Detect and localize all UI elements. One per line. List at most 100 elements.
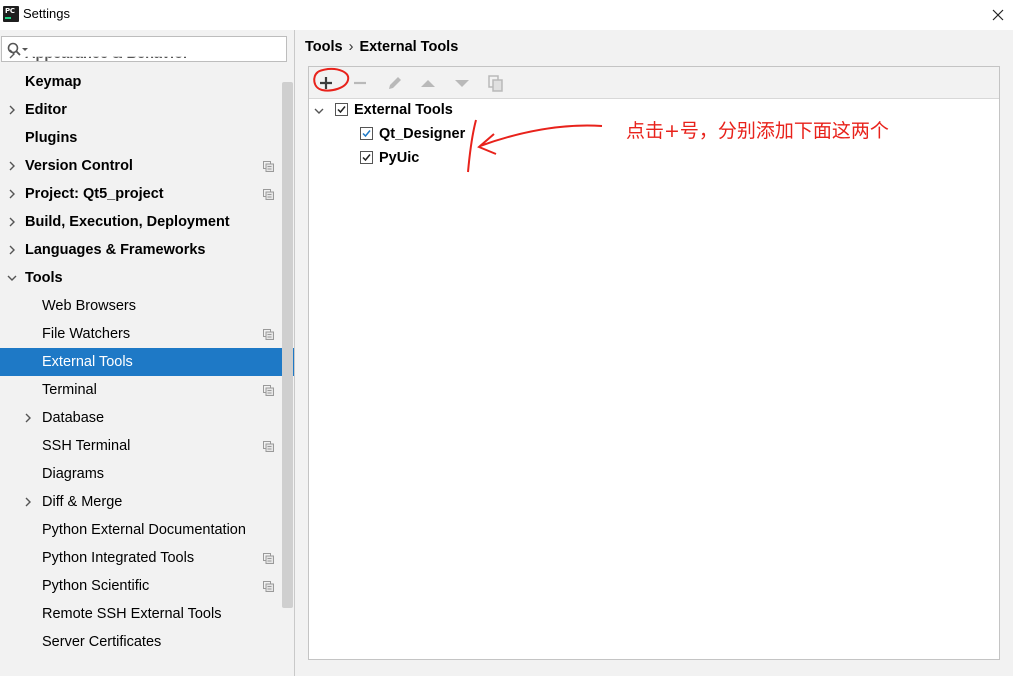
sidebar-item-label: Appearance & Behavior <box>25 46 189 62</box>
sidebar-item-label: Database <box>42 410 105 426</box>
sidebar-item-label: Diagrams <box>42 466 105 482</box>
tool-checkbox[interactable] <box>360 127 373 140</box>
group-checkbox[interactable] <box>335 103 348 116</box>
chevron-right-icon[interactable] <box>22 412 34 424</box>
move-down-button[interactable] <box>451 72 473 94</box>
project-level-icon <box>263 441 274 452</box>
title-bar: PC Settings <box>0 0 1013 30</box>
sidebar-item-label: Web Browsers <box>42 298 137 314</box>
checkmark-icon <box>337 106 346 114</box>
checkmark-icon <box>362 154 371 162</box>
chevron-right-icon[interactable] <box>22 496 34 508</box>
tool-checkbox[interactable] <box>360 151 373 164</box>
app-icon-bar <box>5 17 11 19</box>
chevron-down-icon[interactable] <box>313 105 325 117</box>
sidebar-item[interactable]: Version Control <box>0 152 294 180</box>
project-level-icon <box>263 161 274 172</box>
copy-button[interactable] <box>485 72 507 94</box>
remove-button[interactable] <box>349 72 371 94</box>
tool-item-row[interactable]: Qt_Designer <box>313 122 513 146</box>
settings-sidebar: Appearance & Behavior Keymap Editor Plugins… <box>0 30 295 676</box>
sidebar-item-label: Build, Execution, Deployment <box>25 214 230 230</box>
sidebar-item-label: Python External Documentation <box>42 522 246 538</box>
project-level-icon <box>263 385 274 396</box>
chevron-right-icon[interactable] <box>6 244 18 256</box>
sidebar-item[interactable]: Server Certificates <box>0 628 294 656</box>
edit-button[interactable] <box>384 72 406 94</box>
sidebar-item-label: Server Certificates <box>42 634 162 650</box>
sidebar-item[interactable]: Diff & Merge <box>0 488 294 516</box>
main-content: Tools › External Tools External Tools Qt… <box>296 30 1013 676</box>
sidebar-item[interactable]: Terminal <box>0 376 294 404</box>
sidebar-item[interactable]: Python Integrated Tools <box>0 544 294 572</box>
project-level-icon <box>263 189 274 200</box>
breadcrumb-separator: › <box>348 39 354 55</box>
chevron-right-icon[interactable] <box>6 104 18 116</box>
move-up-button[interactable] <box>417 72 439 94</box>
chevron-down-icon[interactable] <box>6 272 18 284</box>
sidebar-item[interactable]: Plugins <box>0 124 294 152</box>
sidebar-item-label: SSH Terminal <box>42 438 131 454</box>
sidebar-item-label: Python Scientific <box>42 578 150 594</box>
checkmark-icon <box>362 130 371 138</box>
sidebar-item[interactable]: Diagrams <box>0 460 294 488</box>
sidebar-item[interactable]: Build, Execution, Deployment <box>0 208 294 236</box>
sidebar-item-label: File Watchers <box>42 326 131 342</box>
sidebar-item[interactable]: Project: Qt5_project <box>0 180 294 208</box>
sidebar-item-label: Version Control <box>25 158 133 174</box>
app-icon-text: PC <box>5 7 15 15</box>
sidebar-item[interactable]: Languages & Frameworks <box>0 236 294 264</box>
sidebar-item[interactable]: Web Browsers <box>0 292 294 320</box>
chevron-right-icon[interactable] <box>6 216 18 228</box>
sidebar-item-label: Project: Qt5_project <box>25 186 164 202</box>
minus-icon <box>354 81 366 85</box>
tool-group-row[interactable]: External Tools <box>313 98 513 122</box>
project-level-icon <box>263 581 274 592</box>
tool-group-label: External Tools <box>354 102 453 118</box>
tools-toolbar <box>309 67 999 99</box>
sidebar-item[interactable]: Python External Documentation <box>0 516 294 544</box>
sidebar-item[interactable]: SSH Terminal <box>0 432 294 460</box>
arrow-up-icon <box>421 80 435 87</box>
sidebar-item-label: Python Integrated Tools <box>42 550 195 566</box>
tool-item-row[interactable]: PyUic <box>313 146 513 170</box>
sidebar-item[interactable]: External Tools <box>0 348 294 376</box>
breadcrumb: Tools › External Tools <box>305 39 458 55</box>
sidebar-item[interactable]: Keymap <box>0 68 294 96</box>
sidebar-scrollbar[interactable] <box>282 82 293 608</box>
sidebar-item-label: Diff & Merge <box>42 494 123 510</box>
sidebar-item-label: Keymap <box>25 74 82 90</box>
sidebar-item-label: Terminal <box>42 382 97 398</box>
sidebar-item[interactable]: Database <box>0 404 294 432</box>
copy-icon <box>488 75 503 92</box>
sidebar-item[interactable]: Appearance & Behavior <box>0 40 294 68</box>
sidebar-item[interactable]: Python Scientific <box>0 572 294 600</box>
close-button[interactable] <box>985 3 1011 27</box>
breadcrumb-parent[interactable]: Tools <box>305 39 343 55</box>
sidebar-item-label: Tools <box>25 270 63 286</box>
sidebar-item[interactable]: File Watchers <box>0 320 294 348</box>
chevron-right-icon[interactable] <box>6 48 18 60</box>
arrow-down-icon <box>455 80 469 87</box>
sidebar-item-label: Languages & Frameworks <box>25 242 206 258</box>
sidebar-item[interactable]: Remote SSH External Tools <box>0 600 294 628</box>
sidebar-item[interactable]: Editor <box>0 96 294 124</box>
sidebar-item[interactable]: Tools <box>0 264 294 292</box>
chevron-right-icon[interactable] <box>6 160 18 172</box>
sidebar-item-label: Editor <box>25 102 67 118</box>
pencil-icon <box>389 77 401 89</box>
plus-icon <box>320 77 332 89</box>
sidebar-item-label: External Tools <box>42 354 133 370</box>
sidebar-item-label: Remote SSH External Tools <box>42 606 222 622</box>
sidebar-item-label: Plugins <box>25 130 78 146</box>
pycharm-app-icon: PC <box>3 6 19 22</box>
external-tools-panel: External Tools Qt_Designer PyUic <box>308 66 1000 660</box>
close-icon <box>992 9 1004 21</box>
project-level-icon <box>263 329 274 340</box>
add-button[interactable] <box>315 72 337 94</box>
window-title: Settings <box>23 6 70 21</box>
tool-item-label: PyUic <box>379 150 420 166</box>
tool-item-label: Qt_Designer <box>379 126 466 142</box>
breadcrumb-current: External Tools <box>359 39 459 55</box>
chevron-right-icon[interactable] <box>6 188 18 200</box>
